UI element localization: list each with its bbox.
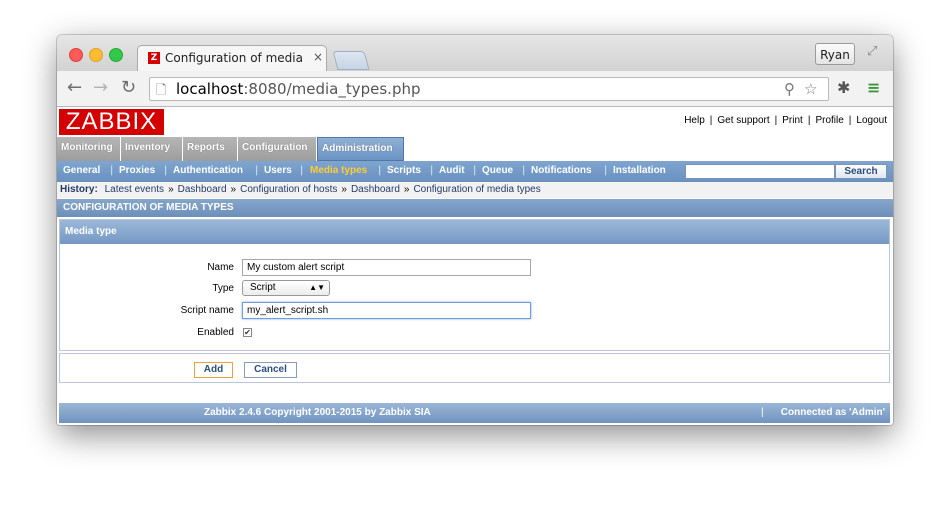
type-select[interactable]: Script ▲▼: [242, 280, 330, 296]
url-host: localhost: [176, 80, 244, 98]
footer-copyright: Zabbix 2.4.6 Copyright 2001-2015 by Zabb…: [204, 407, 431, 418]
zabbix-favicon-icon: Z: [148, 52, 160, 64]
history-separator: »: [403, 184, 410, 195]
history-link-dashboard[interactable]: Dashboard: [178, 184, 227, 195]
get-support-link[interactable]: Get support: [717, 115, 769, 126]
zabbix-page: ZABBIX Help | Get support | Print | Profile | Lo…: [57, 107, 893, 425]
history-label: History:: [60, 184, 98, 195]
history-link-configuration-of-media-types[interactable]: Configuration of media types: [413, 184, 540, 195]
window-close-icon[interactable]: [69, 48, 83, 62]
help-link[interactable]: Help: [684, 115, 705, 126]
main-menu-monitoring[interactable]: Monitoring: [57, 137, 121, 161]
sub-menu-separator: |: [255, 165, 259, 176]
profile-link[interactable]: Profile: [815, 115, 843, 126]
history-separator: »: [341, 184, 347, 195]
reload-icon[interactable]: ↻: [121, 78, 136, 98]
main-menu-configuration[interactable]: Configuration: [238, 137, 317, 161]
forward-arrow-icon[interactable]: →: [93, 78, 108, 98]
form-header: Media type: [60, 220, 889, 244]
tab-title: Configuration of media typ: [165, 51, 305, 65]
sub-menu-separator: |: [110, 165, 114, 176]
menu-hamburger-icon[interactable]: ≡: [867, 78, 880, 98]
sub-menu-media-types[interactable]: Media types: [310, 165, 367, 176]
tab-close-icon[interactable]: ×: [313, 50, 323, 64]
window-minimize-icon[interactable]: [89, 48, 103, 62]
sub-menu-queue[interactable]: Queue: [482, 165, 513, 176]
section-title: CONFIGURATION OF MEDIA TYPES: [57, 199, 893, 217]
url-text: localhost:8080/media_types.php: [176, 80, 421, 98]
link-separator: |: [774, 115, 778, 126]
sub-menu-scripts[interactable]: Scripts: [387, 165, 421, 176]
sub-menu-audit[interactable]: Audit: [439, 165, 465, 176]
form-buttons: Add Cancel: [59, 353, 890, 383]
zabbix-logo[interactable]: ZABBIX: [59, 109, 164, 135]
name-input[interactable]: My custom alert script: [242, 259, 531, 276]
name-label: Name: [207, 262, 234, 273]
main-menu-reports[interactable]: Reports: [183, 137, 238, 161]
browser-tab[interactable]: Z Configuration of media typ ×: [137, 45, 327, 71]
sub-menu-separator: |: [473, 165, 477, 176]
zoom-icon[interactable]: ⚲: [784, 80, 795, 98]
enabled-label: Enabled: [197, 327, 234, 338]
sub-menu-proxies[interactable]: Proxies: [119, 165, 155, 176]
profile-button[interactable]: Ryan: [815, 43, 855, 65]
select-arrows-icon: ▲▼: [309, 283, 325, 292]
fullscreen-icon[interactable]: ⤢: [867, 44, 877, 59]
history-separator: »: [230, 184, 237, 195]
page-footer: Zabbix 2.4.6 Copyright 2001-2015 by Zabb…: [59, 403, 890, 423]
type-label: Type: [212, 283, 234, 294]
link-separator: |: [709, 115, 713, 126]
main-menu-inventory[interactable]: Inventory: [121, 137, 183, 161]
main-menu-administration[interactable]: Administration: [317, 137, 404, 161]
top-links: Help | Get support | Print | Profile | Logout: [684, 115, 887, 126]
footer-separator: |: [761, 407, 764, 418]
history-link-latest-events[interactable]: Latest events: [105, 184, 164, 195]
page-icon: 🗋: [156, 83, 167, 98]
browser-toolbar: ← → ↻ 🗋 localhost:8080/media_types.php ⚲…: [57, 71, 893, 107]
extension-bug-icon[interactable]: ✱: [837, 78, 850, 98]
logout-link[interactable]: Logout: [856, 115, 887, 126]
media-type-form: Media type Name My custom alert script T…: [59, 219, 890, 351]
sub-menu-general[interactable]: General: [63, 165, 100, 176]
sub-menu-separator: |: [604, 165, 608, 176]
new-tab-button[interactable]: [332, 51, 370, 70]
history-link-dashboard-2[interactable]: Dashboard: [351, 184, 400, 195]
checkmark-icon: ✔: [244, 328, 251, 337]
tab-strip: Z Configuration of media typ × Ryan ⤢: [57, 35, 893, 71]
sub-menu-installation[interactable]: Installation: [613, 165, 666, 176]
sub-menu-users[interactable]: Users: [264, 165, 292, 176]
add-button[interactable]: Add: [194, 362, 233, 378]
main-menu: Monitoring Inventory Reports Configurati…: [57, 137, 893, 161]
search-button[interactable]: Search: [835, 164, 887, 179]
sub-menu-separator: |: [300, 165, 304, 176]
type-select-value: Script: [250, 282, 276, 293]
back-arrow-icon[interactable]: ←: [67, 78, 82, 98]
history-breadcrumb: History: Latest events» Dashboard» Configu…: [57, 182, 893, 198]
footer-connected-as: Connected as 'Admin': [780, 407, 885, 418]
browser-window: Z Configuration of media typ × Ryan ⤢ ← …: [57, 35, 893, 425]
window-maximize-icon[interactable]: [109, 48, 123, 62]
search-input[interactable]: [685, 164, 835, 179]
history-separator: »: [168, 184, 174, 195]
enabled-checkbox[interactable]: ✔: [243, 328, 252, 337]
sub-menu-authentication[interactable]: Authentication: [173, 165, 243, 176]
sub-menu-separator: |: [522, 165, 526, 176]
script-name-label: Script name: [180, 305, 234, 316]
sub-menu-separator: |: [430, 165, 434, 176]
link-separator: |: [807, 115, 811, 126]
print-link[interactable]: Print: [782, 115, 803, 126]
sub-menu-separator: |: [378, 165, 382, 176]
address-bar[interactable]: 🗋 localhost:8080/media_types.php ⚲ ☆: [149, 77, 829, 101]
link-separator: |: [848, 115, 852, 126]
history-link-configuration-of-hosts[interactable]: Configuration of hosts: [240, 184, 337, 195]
url-path: :8080/media_types.php: [243, 80, 421, 98]
sub-menu-separator: |: [164, 165, 168, 176]
bookmark-star-icon[interactable]: ☆: [804, 80, 817, 98]
sub-menu-notifications[interactable]: Notifications: [531, 165, 592, 176]
script-name-input[interactable]: my_alert_script.sh: [242, 302, 531, 319]
cancel-button[interactable]: Cancel: [244, 362, 297, 378]
